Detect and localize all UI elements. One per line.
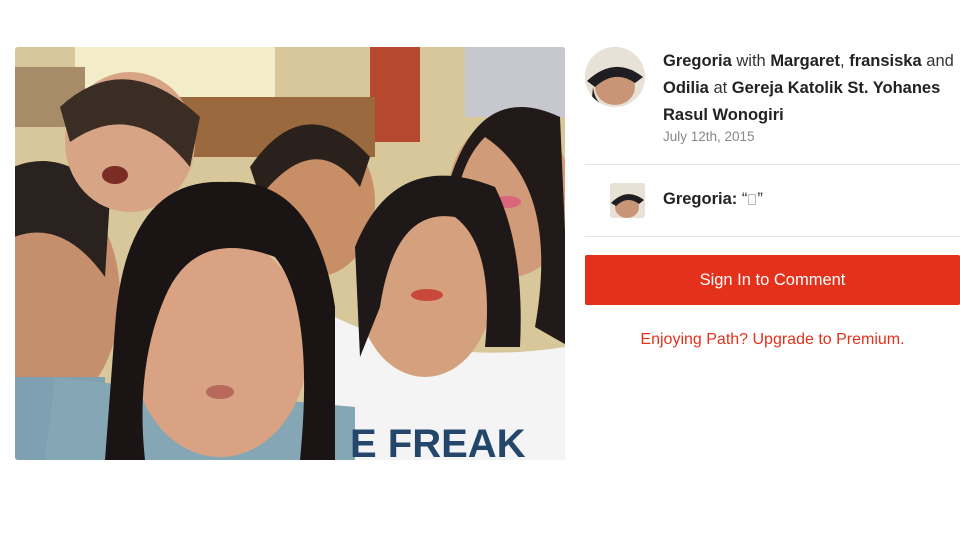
- open-quote: “: [741, 190, 748, 208]
- friend-name[interactable]: fransiska: [849, 52, 921, 70]
- friend-name[interactable]: Odilia: [663, 79, 709, 97]
- missing-glyph-icon: [748, 194, 757, 205]
- post-date: July 12th, 2015: [663, 129, 755, 144]
- sign-in-to-comment-button[interactable]: Sign In to Comment: [585, 255, 960, 305]
- at-word: at: [713, 79, 728, 97]
- shirt-print-text: E FREAK: [350, 422, 526, 460]
- divider: [585, 236, 960, 237]
- friend-name[interactable]: Margaret: [770, 52, 840, 70]
- avatar-image: [585, 47, 645, 107]
- post-headline: Gregoria with Margaret, fransiska and Od…: [663, 48, 960, 129]
- and-word: and: [926, 52, 954, 70]
- selfie-image: E FREAK: [15, 47, 565, 460]
- divider: [585, 164, 960, 165]
- comment-avatar[interactable]: [610, 183, 645, 218]
- upgrade-premium-link[interactable]: Enjoying Path? Upgrade to Premium.: [585, 331, 960, 349]
- comment-author[interactable]: Gregoria:: [663, 190, 737, 208]
- post-photo[interactable]: E FREAK: [15, 47, 565, 460]
- avatar-image: [610, 183, 645, 218]
- comment-text: Gregoria: “ ”: [663, 190, 763, 209]
- author-avatar[interactable]: [585, 47, 645, 107]
- author-name[interactable]: Gregoria: [663, 52, 732, 70]
- with-word: with: [736, 52, 766, 70]
- comma-separator: ,: [840, 52, 845, 70]
- close-quote: ”: [757, 190, 763, 208]
